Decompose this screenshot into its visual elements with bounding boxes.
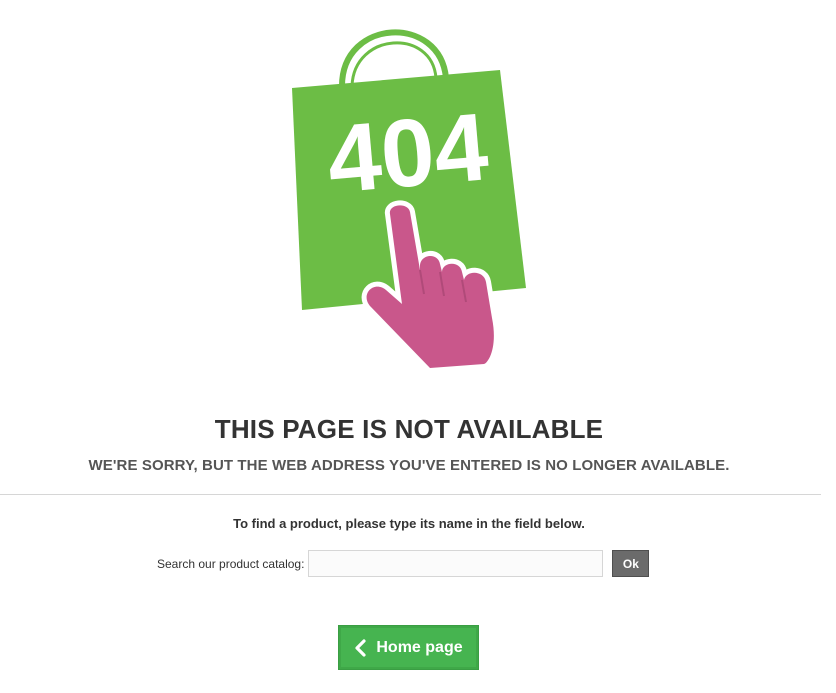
page-title: THIS PAGE IS NOT AVAILABLE bbox=[214, 414, 604, 444]
page-subtitle: WE'RE SORRY, BUT THE WEB ADDRESS YOU'VE … bbox=[88, 457, 730, 474]
search-label: Search our product catalog: bbox=[157, 556, 305, 571]
search-hint: To find a product, please type its name … bbox=[233, 516, 585, 531]
error-code-text: 404 bbox=[323, 93, 492, 214]
search-submit-button[interactable]: Ok bbox=[612, 550, 650, 577]
home-page-button[interactable]: Home page bbox=[338, 625, 479, 670]
home-page-label: Home page bbox=[376, 638, 463, 656]
search-input[interactable] bbox=[308, 550, 604, 577]
shopping-bag-404-icon: 404 bbox=[270, 18, 540, 378]
search-form: Search our product catalog: Ok bbox=[157, 550, 650, 577]
chevron-left-icon bbox=[354, 638, 368, 657]
divider bbox=[0, 494, 821, 495]
